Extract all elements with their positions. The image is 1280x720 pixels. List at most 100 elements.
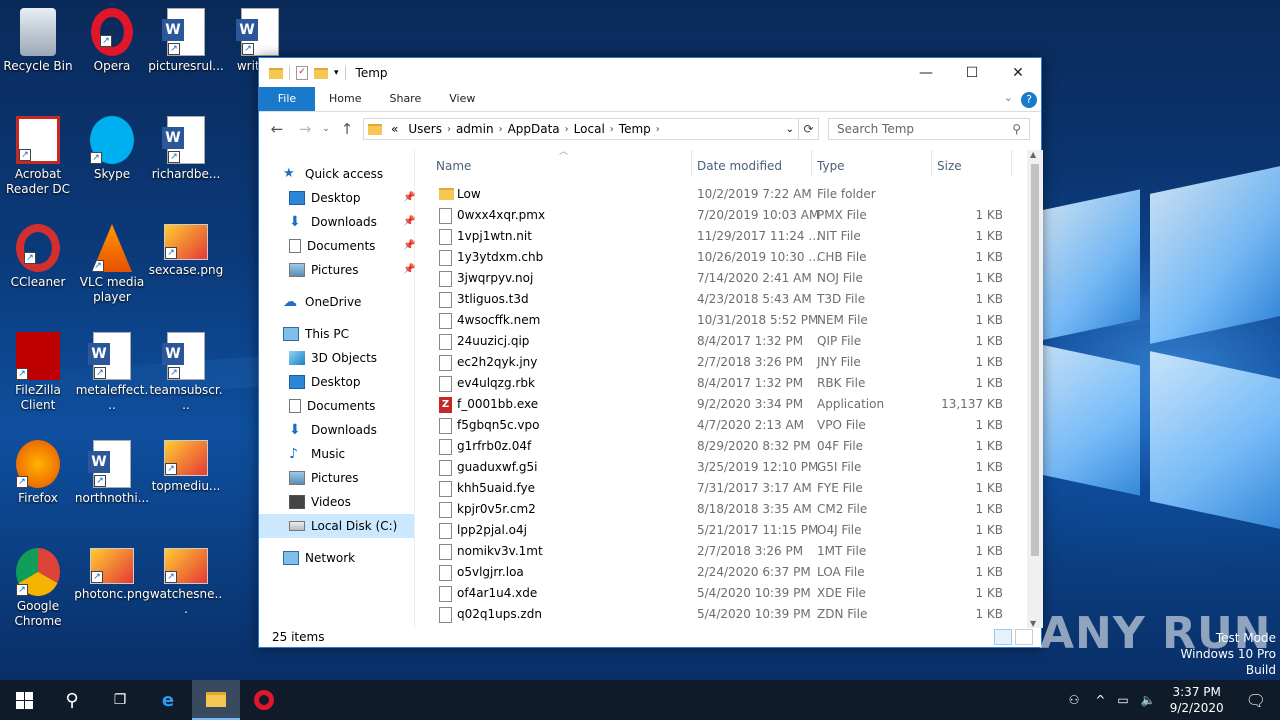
nav-downloads[interactable]: ⬇ Downloads xyxy=(289,418,377,442)
title-bar[interactable]: ✓ ▾ Temp — ☐ ✕ xyxy=(259,58,1041,88)
desktop-icon[interactable]: ↗ photonc.png xyxy=(74,548,150,602)
help-icon[interactable]: ? xyxy=(1021,92,1037,108)
file-row[interactable]: q02q1ups.zdn 5/4/2020 10:39 PM ZDN File 1 K… xyxy=(427,604,1025,625)
volume-icon[interactable]: 🔈 xyxy=(1135,693,1162,707)
breadcrumb-appdata[interactable]: AppData xyxy=(503,122,565,136)
file-row[interactable]: 3jwqrpyv.noj 7/14/2020 2:41 AM NOJ File 1 K… xyxy=(427,268,1025,289)
nav-3d-objects[interactable]: 3D Objects xyxy=(289,346,377,370)
file-explorer-window[interactable]: ✓ ▾ Temp — ☐ ✕ File Home Share View ⌄ ? … xyxy=(258,57,1043,648)
file-row[interactable]: g1rfrb0z.04f 8/29/2020 8:32 PM 04F File 1 K… xyxy=(427,436,1025,457)
task-view-icon[interactable]: ❐ xyxy=(96,680,144,720)
file-explorer-taskbar-icon[interactable] xyxy=(192,680,240,720)
column-date-modified[interactable]: Date modified xyxy=(697,159,782,173)
scrollbar-thumb[interactable] xyxy=(1031,164,1039,556)
desktop-icon[interactable]: ↗ sexcase.png xyxy=(148,224,224,278)
maximize-button[interactable]: ☐ xyxy=(949,58,995,88)
file-row[interactable]: ec2h2qyk.jny 2/7/2018 3:26 PM JNY File 1 KB xyxy=(427,352,1025,373)
file-row[interactable]: of4ar1u4.xde 5/4/2020 10:39 PM XDE File 1 K… xyxy=(427,583,1025,604)
nav-quick-desktop[interactable]: Desktop xyxy=(289,186,361,210)
file-row[interactable]: lpp2pjal.o4j 5/21/2017 11:15 PM O4J File 1 … xyxy=(427,520,1025,541)
qat-chevron-down-icon[interactable]: ▾ xyxy=(334,68,339,78)
recent-locations-button[interactable]: ⌄ xyxy=(321,124,331,134)
desktop-icon[interactable]: ↗ Google Chrome xyxy=(0,548,76,629)
nav-videos[interactable]: Videos xyxy=(289,490,351,514)
desktop-icon[interactable]: ↗ Skype xyxy=(74,116,150,182)
people-icon[interactable]: ⚇ xyxy=(1059,693,1090,707)
nav-onedrive[interactable]: ☁ OneDrive xyxy=(283,290,361,314)
file-row[interactable]: ev4ulqzg.rbk 8/4/2017 1:32 PM RBK File 1 KB xyxy=(427,373,1025,394)
minimize-button[interactable]: — xyxy=(903,58,949,88)
notifications-icon[interactable]: 🗨 xyxy=(1232,691,1280,710)
file-row[interactable]: khh5uaid.fye 7/31/2017 3:17 AM FYE File 1 K… xyxy=(427,478,1025,499)
desktop-icon[interactable]: ↗ CCleaner xyxy=(0,224,76,290)
new-folder-icon[interactable] xyxy=(314,67,328,79)
search-icon[interactable]: ⚲ xyxy=(48,680,96,720)
up-button[interactable]: ↑ xyxy=(335,120,359,138)
desktop-icon[interactable]: W ↗ richardbe... xyxy=(148,116,224,182)
desktop-icon[interactable]: ↗ watchesne... xyxy=(148,548,224,617)
file-row[interactable]: 4wsocffk.nem 10/31/2018 5:52 PM NEM File 1 … xyxy=(427,310,1025,331)
clock[interactable]: 3:37 PM 9/2/2020 xyxy=(1162,684,1232,716)
scroll-up-icon[interactable]: ▲ xyxy=(1030,150,1036,159)
tab-home[interactable]: Home xyxy=(315,87,375,111)
desktop-icon[interactable]: ↗ Firefox xyxy=(0,440,76,506)
scroll-down-icon[interactable]: ▼ xyxy=(1030,619,1036,628)
details-view-icon[interactable] xyxy=(994,629,1012,645)
desktop-icon[interactable]: W ↗ metaleffect... xyxy=(74,332,150,413)
desktop-icon[interactable]: Recycle Bin xyxy=(0,8,76,74)
desktop-icon[interactable]: W ↗ teamsubscr... xyxy=(148,332,224,413)
nav-pictures[interactable]: Pictures xyxy=(289,466,359,490)
tab-file[interactable]: File xyxy=(259,87,315,111)
desktop-icon[interactable]: ↗ VLC media player xyxy=(74,224,150,305)
nav-quick-documents[interactable]: Documents xyxy=(289,234,375,258)
search-input[interactable]: Search Temp ⚲ xyxy=(828,118,1030,140)
pin-icon[interactable]: 📌 xyxy=(403,192,415,203)
nav-quick-access[interactable]: ★ Quick access xyxy=(283,162,383,186)
back-button[interactable]: ← xyxy=(265,120,289,138)
address-bar[interactable]: « Users › admin › AppData › Local › Temp… xyxy=(363,118,799,140)
file-row[interactable]: 1y3ytdxm.chb 10/26/2019 10:30 ... CHB File… xyxy=(427,247,1025,268)
forward-button[interactable]: → xyxy=(293,120,317,138)
close-button[interactable]: ✕ xyxy=(995,58,1041,88)
file-row[interactable]: 3tliguos.t3d 4/23/2018 5:43 AM T3D File 1 K… xyxy=(427,289,1025,310)
file-row[interactable]: Zf_0001bb.exe 9/2/2020 3:34 PM Application… xyxy=(427,394,1025,415)
nav-desktop[interactable]: Desktop xyxy=(289,370,361,394)
show-hidden-icons-icon[interactable]: ^ xyxy=(1089,693,1111,707)
desktop-icon[interactable]: W ↗ picturesrul... xyxy=(148,8,224,74)
desktop-icon[interactable]: W ↗ northnothi... xyxy=(74,440,150,506)
refresh-button[interactable]: ⟳ xyxy=(799,118,819,140)
address-prefix[interactable]: « xyxy=(386,122,403,136)
file-row[interactable]: guaduxwf.g5i 3/25/2019 12:10 PM G5I File 1 … xyxy=(427,457,1025,478)
expand-ribbon-icon[interactable]: ⌄ xyxy=(1004,91,1013,104)
nav-this-pc[interactable]: This PC xyxy=(283,322,349,346)
file-row[interactable]: Low 10/2/2019 7:22 AM File folder xyxy=(427,184,1025,205)
tab-view[interactable]: View xyxy=(435,87,489,111)
file-row[interactable]: o5vlgjrr.loa 2/24/2020 6:37 PM LOA File 1 K… xyxy=(427,562,1025,583)
address-dropdown-icon[interactable]: ⌄ xyxy=(786,124,794,135)
desktop-icon[interactable]: ↗ Opera xyxy=(74,8,150,74)
start-button[interactable] xyxy=(0,680,48,720)
file-row[interactable]: 0wxx4xqr.pmx 7/20/2019 10:03 AM PMX File 1 … xyxy=(427,205,1025,226)
nav-music[interactable]: ♪ Music xyxy=(289,442,345,466)
vertical-scrollbar[interactable]: ▲ ▼ xyxy=(1027,150,1043,628)
file-row[interactable]: f5gbqn5c.vpo 4/7/2020 2:13 AM VPO File 1 KB xyxy=(427,415,1025,436)
nav-quick-downloads[interactable]: ⬇ Downloads xyxy=(289,210,377,234)
file-row[interactable]: 24uuzicj.qip 8/4/2017 1:32 PM QIP File 1 KB xyxy=(427,331,1025,352)
pin-icon[interactable]: 📌 xyxy=(403,216,415,227)
pin-icon[interactable]: 📌 xyxy=(403,264,415,275)
column-name[interactable]: Name xyxy=(436,159,471,173)
edge-icon[interactable]: e xyxy=(144,680,192,720)
breadcrumb-temp[interactable]: Temp xyxy=(614,122,656,136)
opera-taskbar-icon[interactable] xyxy=(240,680,288,720)
file-row[interactable]: 1vpj1wtn.nit 11/29/2017 11:24 ... NIT File… xyxy=(427,226,1025,247)
network-status-icon[interactable]: ▭ xyxy=(1111,693,1134,707)
column-size[interactable]: Size xyxy=(937,159,962,173)
nav-local-disk[interactable]: Local Disk (C:) xyxy=(259,514,414,538)
nav-documents[interactable]: Documents xyxy=(289,394,375,418)
tab-share[interactable]: Share xyxy=(375,87,435,111)
breadcrumb-users[interactable]: Users xyxy=(403,122,447,136)
desktop-icon[interactable]: ↗ FileZilla Client xyxy=(0,332,76,413)
column-type[interactable]: Type xyxy=(817,159,845,173)
desktop-icon[interactable]: ↗ topmediu... xyxy=(148,440,224,494)
breadcrumb-local[interactable]: Local xyxy=(569,122,610,136)
